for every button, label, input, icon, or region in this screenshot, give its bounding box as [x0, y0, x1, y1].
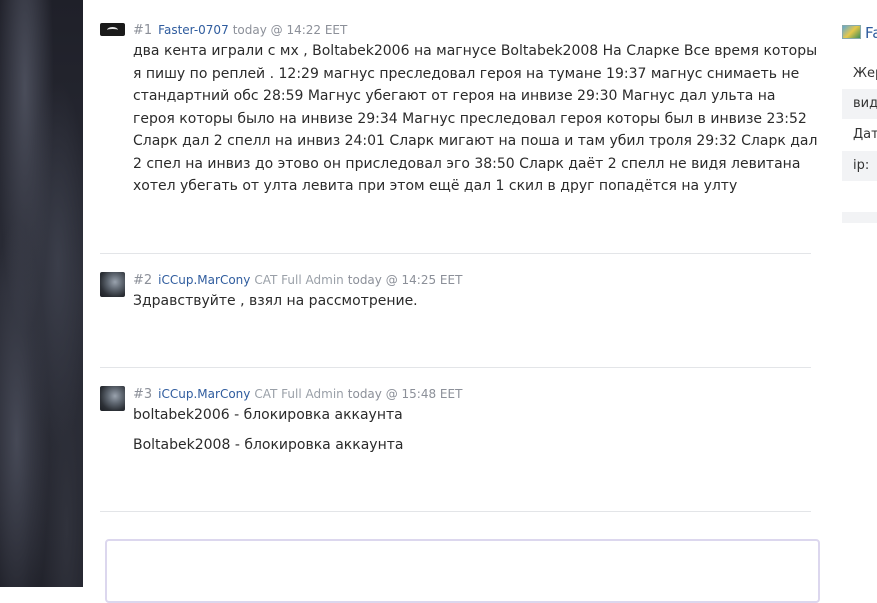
panel-title[interactable]: Fa [842, 24, 877, 42]
panel-title-text: Fa [865, 24, 877, 42]
avatar[interactable] [100, 272, 125, 297]
avatar[interactable] [100, 386, 125, 411]
author-link[interactable]: Faster-0707 [158, 23, 229, 37]
author-link[interactable]: iCCup.MarCony [158, 387, 250, 401]
post-divider [100, 253, 811, 254]
user-info-panel: Fa Жер вид Дат ip: [830, 0, 877, 587]
post-date: today @ 15:48 EET [347, 387, 463, 401]
post-number[interactable]: #1 [133, 23, 152, 38]
post-text: boltabek2006 - блокировка аккаунта [133, 407, 403, 423]
post-date: today @ 14:22 EET [232, 23, 348, 37]
info-row: ip: [842, 151, 877, 181]
post-header: #3 iCCup.MarCony CAT Full Admin today @ 15:… [133, 387, 462, 402]
info-row: вид [842, 89, 877, 119]
post-text: Здравствуйте , взял на рассмотрение. [133, 293, 418, 309]
info-row: Жер [853, 66, 877, 81]
avatar[interactable] [100, 23, 125, 36]
info-row: Дат [853, 127, 877, 142]
post-number[interactable]: #2 [133, 273, 152, 288]
post-header: #2 iCCup.MarCony CAT Full Admin today @ 14:… [133, 273, 462, 288]
post-divider [100, 367, 811, 368]
post-header: #1 Faster-0707 today @ 14:22 EET [133, 23, 347, 38]
country-flag-icon [842, 25, 861, 39]
user-role: CAT Full Admin [254, 387, 344, 401]
topic-posts: #1 Faster-0707 today @ 14:22 EET два кента… [83, 0, 830, 603]
user-role: CAT Full Admin [254, 273, 344, 287]
post-date: today @ 14:25 EET [347, 273, 463, 287]
background-artwork [0, 0, 83, 587]
post-body: boltabek2006 - блокировка аккаунта Bolta… [133, 404, 818, 457]
reply-input[interactable] [105, 539, 820, 603]
post-text: два кента играли с мх , Boltabek2006 на … [133, 43, 818, 194]
panel-footer [842, 212, 877, 223]
author-link[interactable]: iCCup.MarCony [158, 273, 250, 287]
post-body: два кента играли с мх , Boltabek2006 на … [133, 40, 818, 198]
post-text: Boltabek2008 - блокировка аккаунта [133, 437, 404, 453]
post-number[interactable]: #3 [133, 387, 152, 402]
post-body: Здравствуйте , взял на рассмотрение. [133, 290, 818, 313]
post-divider [100, 511, 811, 512]
